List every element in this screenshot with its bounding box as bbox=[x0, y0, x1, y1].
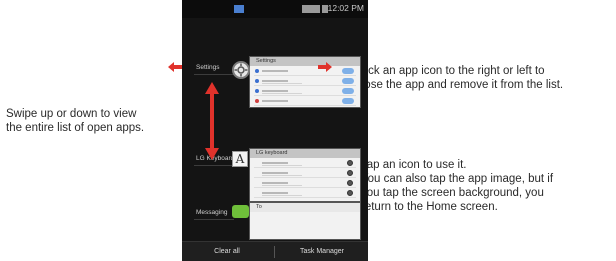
clear-all-button[interactable]: Clear all bbox=[182, 242, 272, 261]
keyboard-letter-icon[interactable]: A bbox=[232, 151, 248, 167]
vertical-double-arrow-icon bbox=[205, 82, 219, 160]
app-label-messaging: Messaging bbox=[196, 209, 228, 216]
note-line: you tap the screen background, you bbox=[361, 187, 544, 199]
divider bbox=[274, 246, 275, 258]
list-item bbox=[254, 178, 356, 188]
radio-icon bbox=[347, 160, 353, 166]
divider bbox=[194, 165, 234, 166]
left-arrow-icon bbox=[168, 62, 182, 72]
note-line: You can also tap the app image, but if bbox=[361, 173, 554, 185]
toggle-switch bbox=[342, 78, 354, 84]
wifi-icon bbox=[255, 79, 259, 83]
list-item bbox=[254, 158, 356, 168]
radio-icon bbox=[347, 170, 353, 176]
list-item bbox=[254, 76, 356, 86]
signal-icon bbox=[302, 5, 320, 13]
gear-icon[interactable] bbox=[232, 61, 250, 79]
tap-instruction-note: Tap an icon to use it. You can also tap … bbox=[361, 158, 553, 214]
notification-icon bbox=[234, 5, 244, 13]
divider bbox=[194, 74, 234, 75]
app-thumbnail-lg-keyboard[interactable]: LG keyboard bbox=[249, 148, 361, 202]
list-item bbox=[254, 86, 356, 96]
right-arrow-icon bbox=[318, 62, 332, 72]
toggle-switch bbox=[342, 68, 354, 74]
toggle-switch bbox=[342, 88, 354, 94]
task-manager-button[interactable]: Task Manager bbox=[276, 242, 368, 261]
bluetooth-icon bbox=[255, 89, 259, 93]
note-line: return to the Home screen. bbox=[361, 201, 498, 213]
radio-icon bbox=[347, 180, 353, 186]
data-icon bbox=[255, 99, 259, 103]
note-line: Flick an app icon to the right or left t… bbox=[356, 65, 545, 77]
status-bar: 12:02 PM bbox=[182, 0, 368, 18]
note-line: the entire list of open apps. bbox=[6, 122, 145, 134]
list-item bbox=[254, 168, 356, 178]
note-line: close the app and remove it from the lis… bbox=[356, 79, 564, 91]
note-line: Tap an icon to use it. bbox=[361, 159, 467, 171]
app-thumbnail-messaging[interactable]: To bbox=[249, 202, 361, 240]
app-thumbnail-settings[interactable]: Settings bbox=[249, 56, 361, 108]
toggle-switch bbox=[342, 98, 354, 104]
card-title: To bbox=[250, 203, 360, 212]
app-label-settings: Settings bbox=[196, 64, 220, 71]
bottom-action-bar: Clear all Task Manager bbox=[182, 241, 368, 261]
status-time: 12:02 PM bbox=[327, 3, 364, 13]
divider bbox=[194, 219, 234, 220]
list-item bbox=[254, 188, 356, 198]
list-item bbox=[254, 96, 356, 106]
radio-icon bbox=[347, 190, 353, 196]
flick-instruction-note: Flick an app icon to the right or left t… bbox=[356, 64, 563, 92]
card-title: Settings bbox=[250, 57, 360, 66]
message-bubble-icon[interactable] bbox=[232, 205, 249, 218]
card-title: LG keyboard bbox=[250, 149, 360, 158]
airplane-icon bbox=[255, 69, 259, 73]
list-item bbox=[254, 66, 356, 76]
swipe-instruction-note: Swipe up or down to view the entire list… bbox=[6, 107, 144, 135]
gear-icon-glyph bbox=[234, 63, 248, 77]
note-line: Swipe up or down to view bbox=[6, 108, 137, 120]
